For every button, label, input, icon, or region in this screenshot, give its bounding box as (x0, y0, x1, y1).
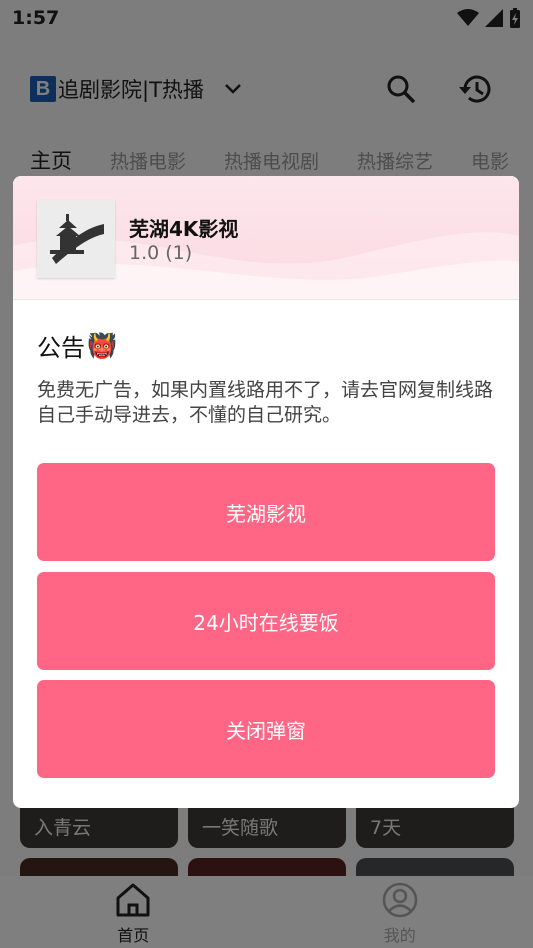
dialog-header: 芜湖4K影视 1.0 (1) (13, 176, 519, 300)
notice-title: 公告 👹 (37, 328, 117, 363)
online-support-button[interactable]: 24小时在线要饭 (37, 572, 495, 670)
notice-title-text: 公告 (37, 334, 85, 362)
notice-body: 免费无广告，如果内置线路用不了，请去官网复制线路自己手动导进去，不懂的自己研究。 (37, 379, 494, 426)
dialog-app-name: 芜湖4K影视 (129, 217, 239, 241)
ogre-emoji-icon: 👹 (87, 331, 117, 360)
dialog-app-version: 1.0 (1) (129, 242, 193, 264)
announcement-dialog: 芜湖4K影视 1.0 (1) 公告 👹 免费无广告，如果内置线路用不了，请去官网… (13, 176, 519, 808)
app-icon (37, 200, 115, 278)
open-wuhu-video-button[interactable]: 芜湖影视 (37, 463, 495, 561)
close-dialog-button[interactable]: 关闭弹窗 (37, 680, 495, 778)
film-pagoda-icon (50, 214, 104, 264)
